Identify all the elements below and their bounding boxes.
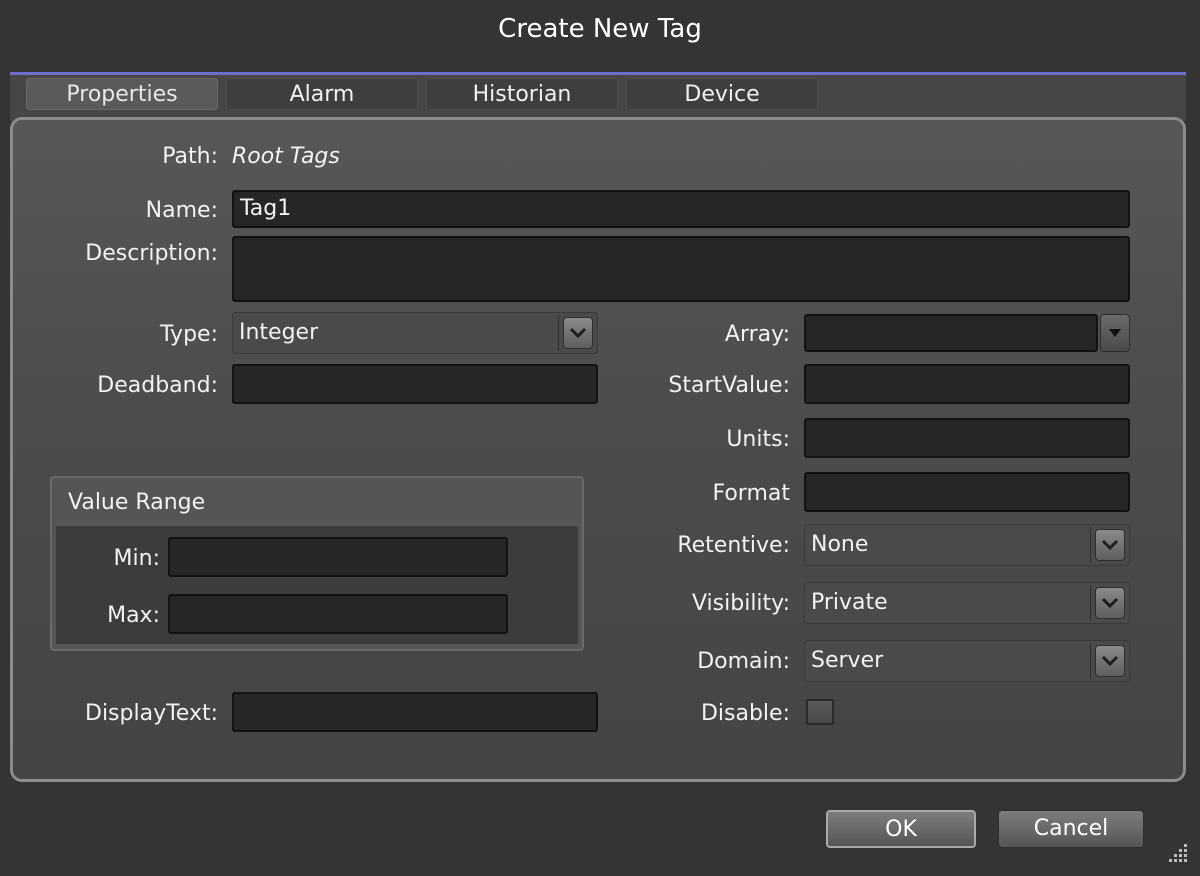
disable-checkbox[interactable]	[806, 699, 834, 725]
max-input[interactable]	[168, 594, 508, 634]
caret-down-icon	[1109, 329, 1121, 337]
chevron-down-icon[interactable]	[1095, 587, 1125, 619]
value-range-title: Value Range	[68, 490, 206, 515]
units-input[interactable]	[804, 418, 1130, 458]
name-label: Name:	[145, 198, 218, 223]
retentive-label: Retentive:	[677, 533, 790, 558]
visibility-value: Private	[811, 590, 888, 615]
displaytext-input[interactable]	[232, 692, 598, 732]
array-label: Array:	[724, 322, 790, 347]
array-dropdown-button[interactable]	[1100, 314, 1130, 352]
type-value: Integer	[239, 320, 319, 345]
deadband-label: Deadband:	[97, 373, 218, 398]
units-label: Units:	[726, 427, 790, 452]
tab-properties[interactable]: Properties	[26, 78, 218, 110]
tab-alarm[interactable]: Alarm	[226, 78, 418, 110]
startvalue-label: StartValue:	[668, 373, 790, 398]
type-label: Type:	[160, 322, 218, 347]
retentive-combobox[interactable]: None	[804, 524, 1130, 566]
min-input[interactable]	[168, 537, 508, 577]
path-label: Path:	[162, 144, 218, 169]
cancel-button[interactable]: Cancel	[998, 810, 1144, 848]
path-value: Root Tags	[232, 144, 340, 169]
chevron-down-icon[interactable]	[1095, 529, 1125, 561]
type-separator	[558, 315, 559, 351]
startvalue-input[interactable]	[804, 364, 1130, 404]
resize-grip-icon[interactable]	[1164, 840, 1190, 866]
retentive-separator	[1090, 527, 1091, 563]
domain-label: Domain:	[697, 649, 790, 674]
visibility-separator	[1090, 585, 1091, 621]
domain-separator	[1090, 643, 1091, 679]
format-input[interactable]	[804, 472, 1130, 512]
retentive-value: None	[811, 532, 869, 557]
tab-historian[interactable]: Historian	[426, 78, 618, 110]
deadband-input[interactable]	[232, 364, 598, 404]
disable-label: Disable:	[700, 701, 790, 726]
description-label: Description:	[85, 241, 218, 266]
min-label: Min:	[113, 546, 160, 571]
array-input[interactable]	[804, 314, 1098, 352]
tab-device[interactable]: Device	[626, 78, 818, 110]
domain-value: Server	[811, 648, 884, 673]
visibility-combobox[interactable]: Private	[804, 582, 1130, 624]
dialog-title: Create New Tag	[498, 14, 702, 44]
visibility-label: Visibility:	[691, 591, 790, 616]
format-label: Format	[712, 481, 790, 506]
chevron-down-icon[interactable]	[563, 317, 593, 349]
name-input[interactable]: Tag1	[232, 190, 1130, 228]
chevron-down-icon[interactable]	[1095, 645, 1125, 677]
description-input[interactable]	[232, 236, 1130, 302]
ok-button[interactable]: OK	[826, 810, 976, 848]
max-label: Max:	[107, 603, 160, 628]
domain-combobox[interactable]: Server	[804, 640, 1130, 682]
displaytext-label: DisplayText:	[85, 701, 218, 726]
type-combobox[interactable]: Integer	[232, 312, 598, 354]
